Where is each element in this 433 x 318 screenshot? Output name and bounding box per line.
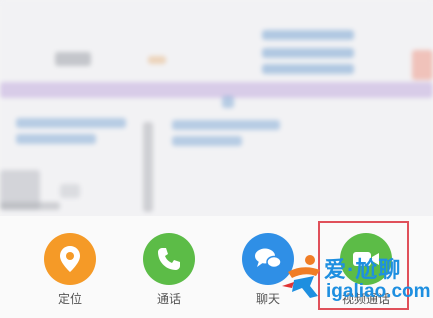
watermark-logo: 爱·尬聊 igaliao.com: [280, 246, 431, 310]
location-label: 定位: [57, 292, 82, 306]
chat-background: [0, 0, 433, 232]
watermark-url: igaliao.com: [326, 281, 431, 302]
location-pin-icon[interactable]: [44, 233, 96, 285]
phone-icon[interactable]: [143, 233, 195, 285]
watermark-title: 爱·尬聊: [324, 257, 402, 282]
call-action[interactable]: 通话: [141, 233, 197, 313]
watermark-figure-icon: [282, 255, 320, 298]
call-label: 通话: [156, 292, 181, 306]
location-action[interactable]: 定位: [42, 233, 98, 313]
